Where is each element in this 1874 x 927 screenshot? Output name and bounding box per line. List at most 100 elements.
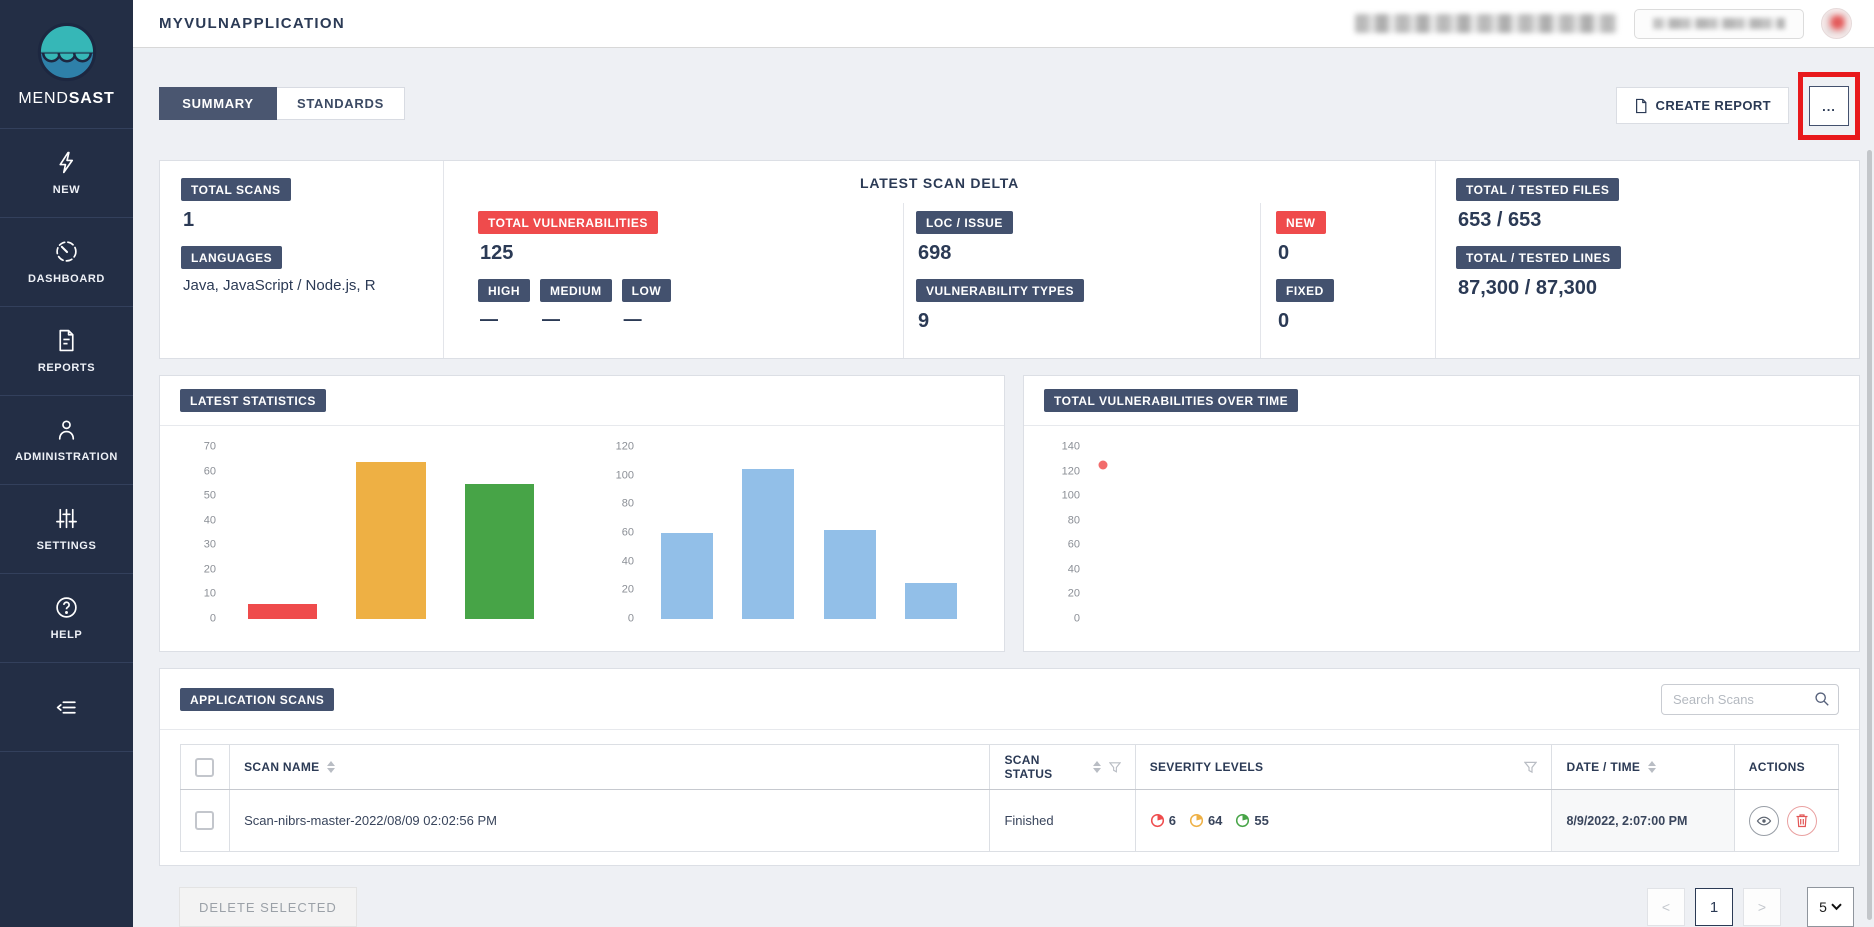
sort-icon[interactable] — [327, 761, 335, 773]
vulnerability-types-value: 9 — [918, 310, 1258, 333]
sidebar-item-help[interactable]: HELP — [0, 573, 133, 662]
sort-icon[interactable] — [1093, 761, 1101, 773]
tab-bar: SUMMARY STANDARDS — [159, 87, 405, 120]
vulnerabilities-over-time-card: TOTAL VULNERABILITIES OVER TIME 02040608… — [1023, 375, 1860, 652]
prev-page-button[interactable]: < — [1647, 888, 1685, 926]
axis-tick-label: 70 — [204, 442, 216, 453]
axis-tick-label: 10 — [204, 589, 216, 600]
axis-tick-label: 60 — [1068, 540, 1080, 551]
medium-badge: MEDIUM — [540, 279, 612, 302]
tested-lines-value: 87,300 / 87,300 — [1458, 277, 1857, 300]
more-options-button[interactable]: ... — [1809, 86, 1849, 126]
plot-area — [1092, 447, 1827, 619]
files-lines-column: TOTAL / TESTED FILES 653 / 653 TOTAL / T… — [1435, 161, 1859, 358]
axis-tick-label: 80 — [622, 499, 634, 510]
sidebar-item-label: ADMINISTRATION — [15, 451, 118, 463]
sidebar-item-label: DASHBOARD — [28, 273, 105, 285]
latest-scan-delta-column: LATEST SCAN DELTA TOTAL VULNERABILITIES … — [444, 161, 1435, 358]
scan-name-cell[interactable]: Scan-nibrs-master-2022/08/09 02:02:56 PM — [230, 790, 990, 852]
actions-cell — [1734, 790, 1838, 852]
axis-tick-label: 80 — [1068, 515, 1080, 526]
table-footer: DELETE SELECTED < 1 > 5 — [159, 887, 1860, 927]
table-header-row: SCAN NAME SCAN STATUS — [181, 745, 1839, 790]
page-title: MYVULNAPPLICATION — [159, 15, 345, 32]
new-badge: NEW — [1276, 211, 1326, 234]
sidebar-item-settings[interactable]: SETTINGS — [0, 484, 133, 573]
sidebar-filler — [0, 751, 133, 927]
sidebar-item-label: NEW — [53, 184, 80, 196]
filter-icon[interactable] — [1109, 761, 1121, 774]
high-severity-count: 6 — [1150, 813, 1176, 828]
bar — [465, 484, 535, 619]
fixed-badge: FIXED — [1276, 279, 1334, 302]
help-circle-icon — [54, 595, 79, 620]
axis-tick-label: 100 — [1062, 491, 1080, 502]
org-selector-blurred[interactable] — [1634, 9, 1804, 39]
y-axis: 010203040506070 — [184, 447, 216, 619]
delta-loc-types: LOC / ISSUE 698 VULNERABILITY TYPES 9 — [903, 203, 1260, 358]
sidebar-collapse-button[interactable] — [0, 662, 133, 751]
page-size-select[interactable]: 5 — [1807, 887, 1854, 927]
delete-scan-button[interactable] — [1787, 806, 1817, 836]
latest-statistics-badge: LATEST STATISTICS — [180, 389, 326, 412]
delete-selected-button[interactable]: DELETE SELECTED — [179, 887, 357, 927]
bar — [248, 604, 318, 619]
languages-badge: LANGUAGES — [181, 246, 282, 269]
view-scan-button[interactable] — [1749, 806, 1779, 836]
axis-tick-label: 30 — [204, 540, 216, 551]
current-page-button[interactable]: 1 — [1695, 888, 1733, 926]
column-scan-name[interactable]: SCAN NAME — [230, 745, 990, 790]
column-severity-levels[interactable]: SEVERITY LEVELS — [1135, 745, 1552, 790]
sidebar-item-reports[interactable]: REPORTS — [0, 306, 133, 395]
create-report-button[interactable]: CREATE REPORT — [1616, 87, 1789, 124]
annotation-highlight-box: ... — [1798, 72, 1860, 140]
delta-title: LATEST SCAN DELTA — [444, 175, 1435, 191]
sidebar-item-label: REPORTS — [38, 362, 95, 374]
toolbar-row: SUMMARY STANDARDS CREATE REPORT ... — [159, 87, 1860, 139]
brand-text: MENDSAST — [18, 90, 114, 108]
column-date-time[interactable]: DATE / TIME — [1552, 745, 1734, 790]
low-severity-count: 55 — [1235, 813, 1268, 828]
fixed-value: 0 — [1278, 310, 1433, 333]
avatar[interactable] — [1821, 8, 1852, 39]
application-scans-card: APPLICATION SCANS — [159, 668, 1860, 866]
person-icon — [54, 417, 79, 442]
axis-tick-label: 0 — [1074, 614, 1080, 625]
row-checkbox[interactable] — [195, 811, 214, 830]
bar — [356, 462, 426, 619]
trash-icon — [1795, 813, 1809, 828]
secondary-bar-chart: 020406080100120 — [602, 447, 976, 619]
filter-icon[interactable] — [1524, 761, 1537, 774]
axis-tick-label: 20 — [622, 585, 634, 596]
scan-status-cell: Finished — [990, 790, 1135, 852]
axis-tick-label: 20 — [204, 564, 216, 575]
column-actions: ACTIONS — [1734, 745, 1838, 790]
select-all-checkbox[interactable] — [195, 758, 214, 777]
sidebar-item-new[interactable]: NEW — [0, 128, 133, 217]
axis-tick-label: 50 — [204, 491, 216, 502]
next-page-button[interactable]: > — [1743, 888, 1781, 926]
total-vulnerabilities-badge: TOTAL VULNERABILITIES — [478, 211, 658, 234]
data-point — [1099, 461, 1108, 470]
axis-tick-label: 120 — [1062, 466, 1080, 477]
tab-standards[interactable]: STANDARDS — [277, 87, 405, 120]
pie-icon — [1189, 813, 1204, 828]
sort-icon[interactable] — [1648, 761, 1656, 773]
scrollbar-thumb[interactable] — [1867, 150, 1872, 920]
tab-summary[interactable]: SUMMARY — [159, 87, 277, 120]
search-input[interactable] — [1661, 684, 1839, 715]
app-root: MENDSAST NEW DASHBOARD REPORTS — [0, 0, 1874, 927]
tested-lines-badge: TOTAL / TESTED LINES — [1456, 246, 1621, 269]
over-time-scatter-chart: 020406080100120140 — [1048, 447, 1831, 619]
delta-subcolumns: TOTAL VULNERABILITIES 125 HIGH — MEDIUM … — [444, 203, 1435, 358]
pagination: < 1 > 5 — [1637, 887, 1854, 927]
axis-tick-label: 20 — [1068, 589, 1080, 600]
new-value: 0 — [1278, 242, 1433, 265]
scans-languages-column: TOTAL SCANS 1 LANGUAGES Java, JavaScript… — [160, 161, 444, 358]
sidebar-item-label: HELP — [51, 629, 83, 641]
pie-icon — [1235, 813, 1250, 828]
sidebar-item-dashboard[interactable]: DASHBOARD — [0, 217, 133, 306]
column-scan-status[interactable]: SCAN STATUS — [990, 745, 1135, 790]
search-icon[interactable] — [1814, 691, 1830, 712]
sidebar-item-administration[interactable]: ADMINISTRATION — [0, 395, 133, 484]
